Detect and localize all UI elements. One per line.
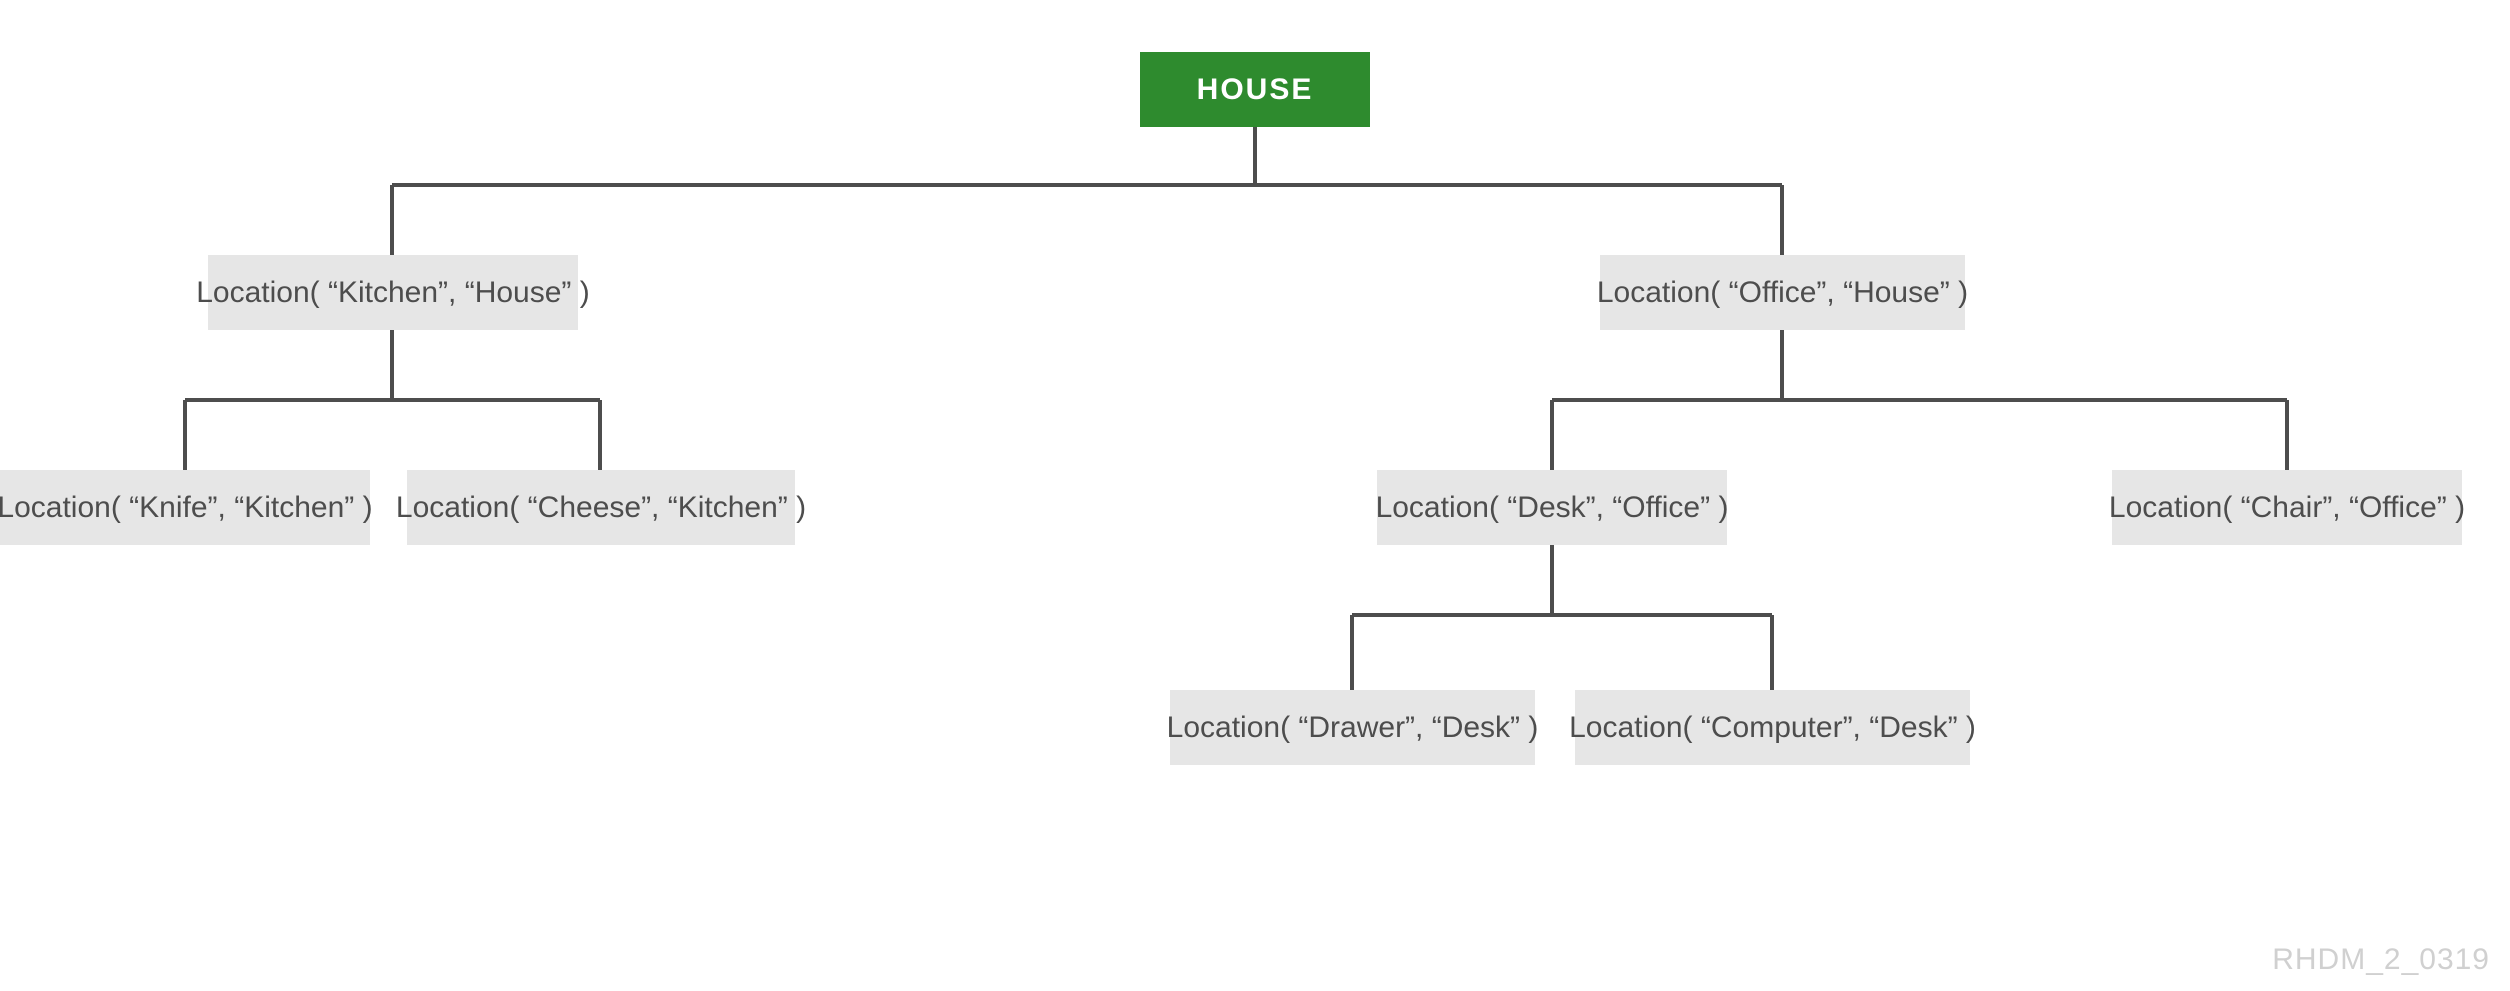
node-computer: Location( “Computer”, “Desk” ) [1575, 690, 1970, 765]
node-knife: Location( “Knife”, “Kitchen” ) [0, 470, 370, 545]
watermark-text: RHDM_2_0319 [2272, 943, 2490, 977]
node-kitchen: Location( “Kitchen”, “House” ) [208, 255, 578, 330]
node-desk: Location( “Desk”, “Office” ) [1377, 470, 1727, 545]
node-cheese: Location( “Cheese”, “Kitchen” ) [407, 470, 795, 545]
node-chair: Location( “Chair”, “Office” ) [2112, 470, 2462, 545]
node-house-root: HOUSE [1140, 52, 1370, 127]
node-office: Location( “Office”, “House” ) [1600, 255, 1965, 330]
node-drawer: Location( “Drawer”, “Desk” ) [1170, 690, 1535, 765]
